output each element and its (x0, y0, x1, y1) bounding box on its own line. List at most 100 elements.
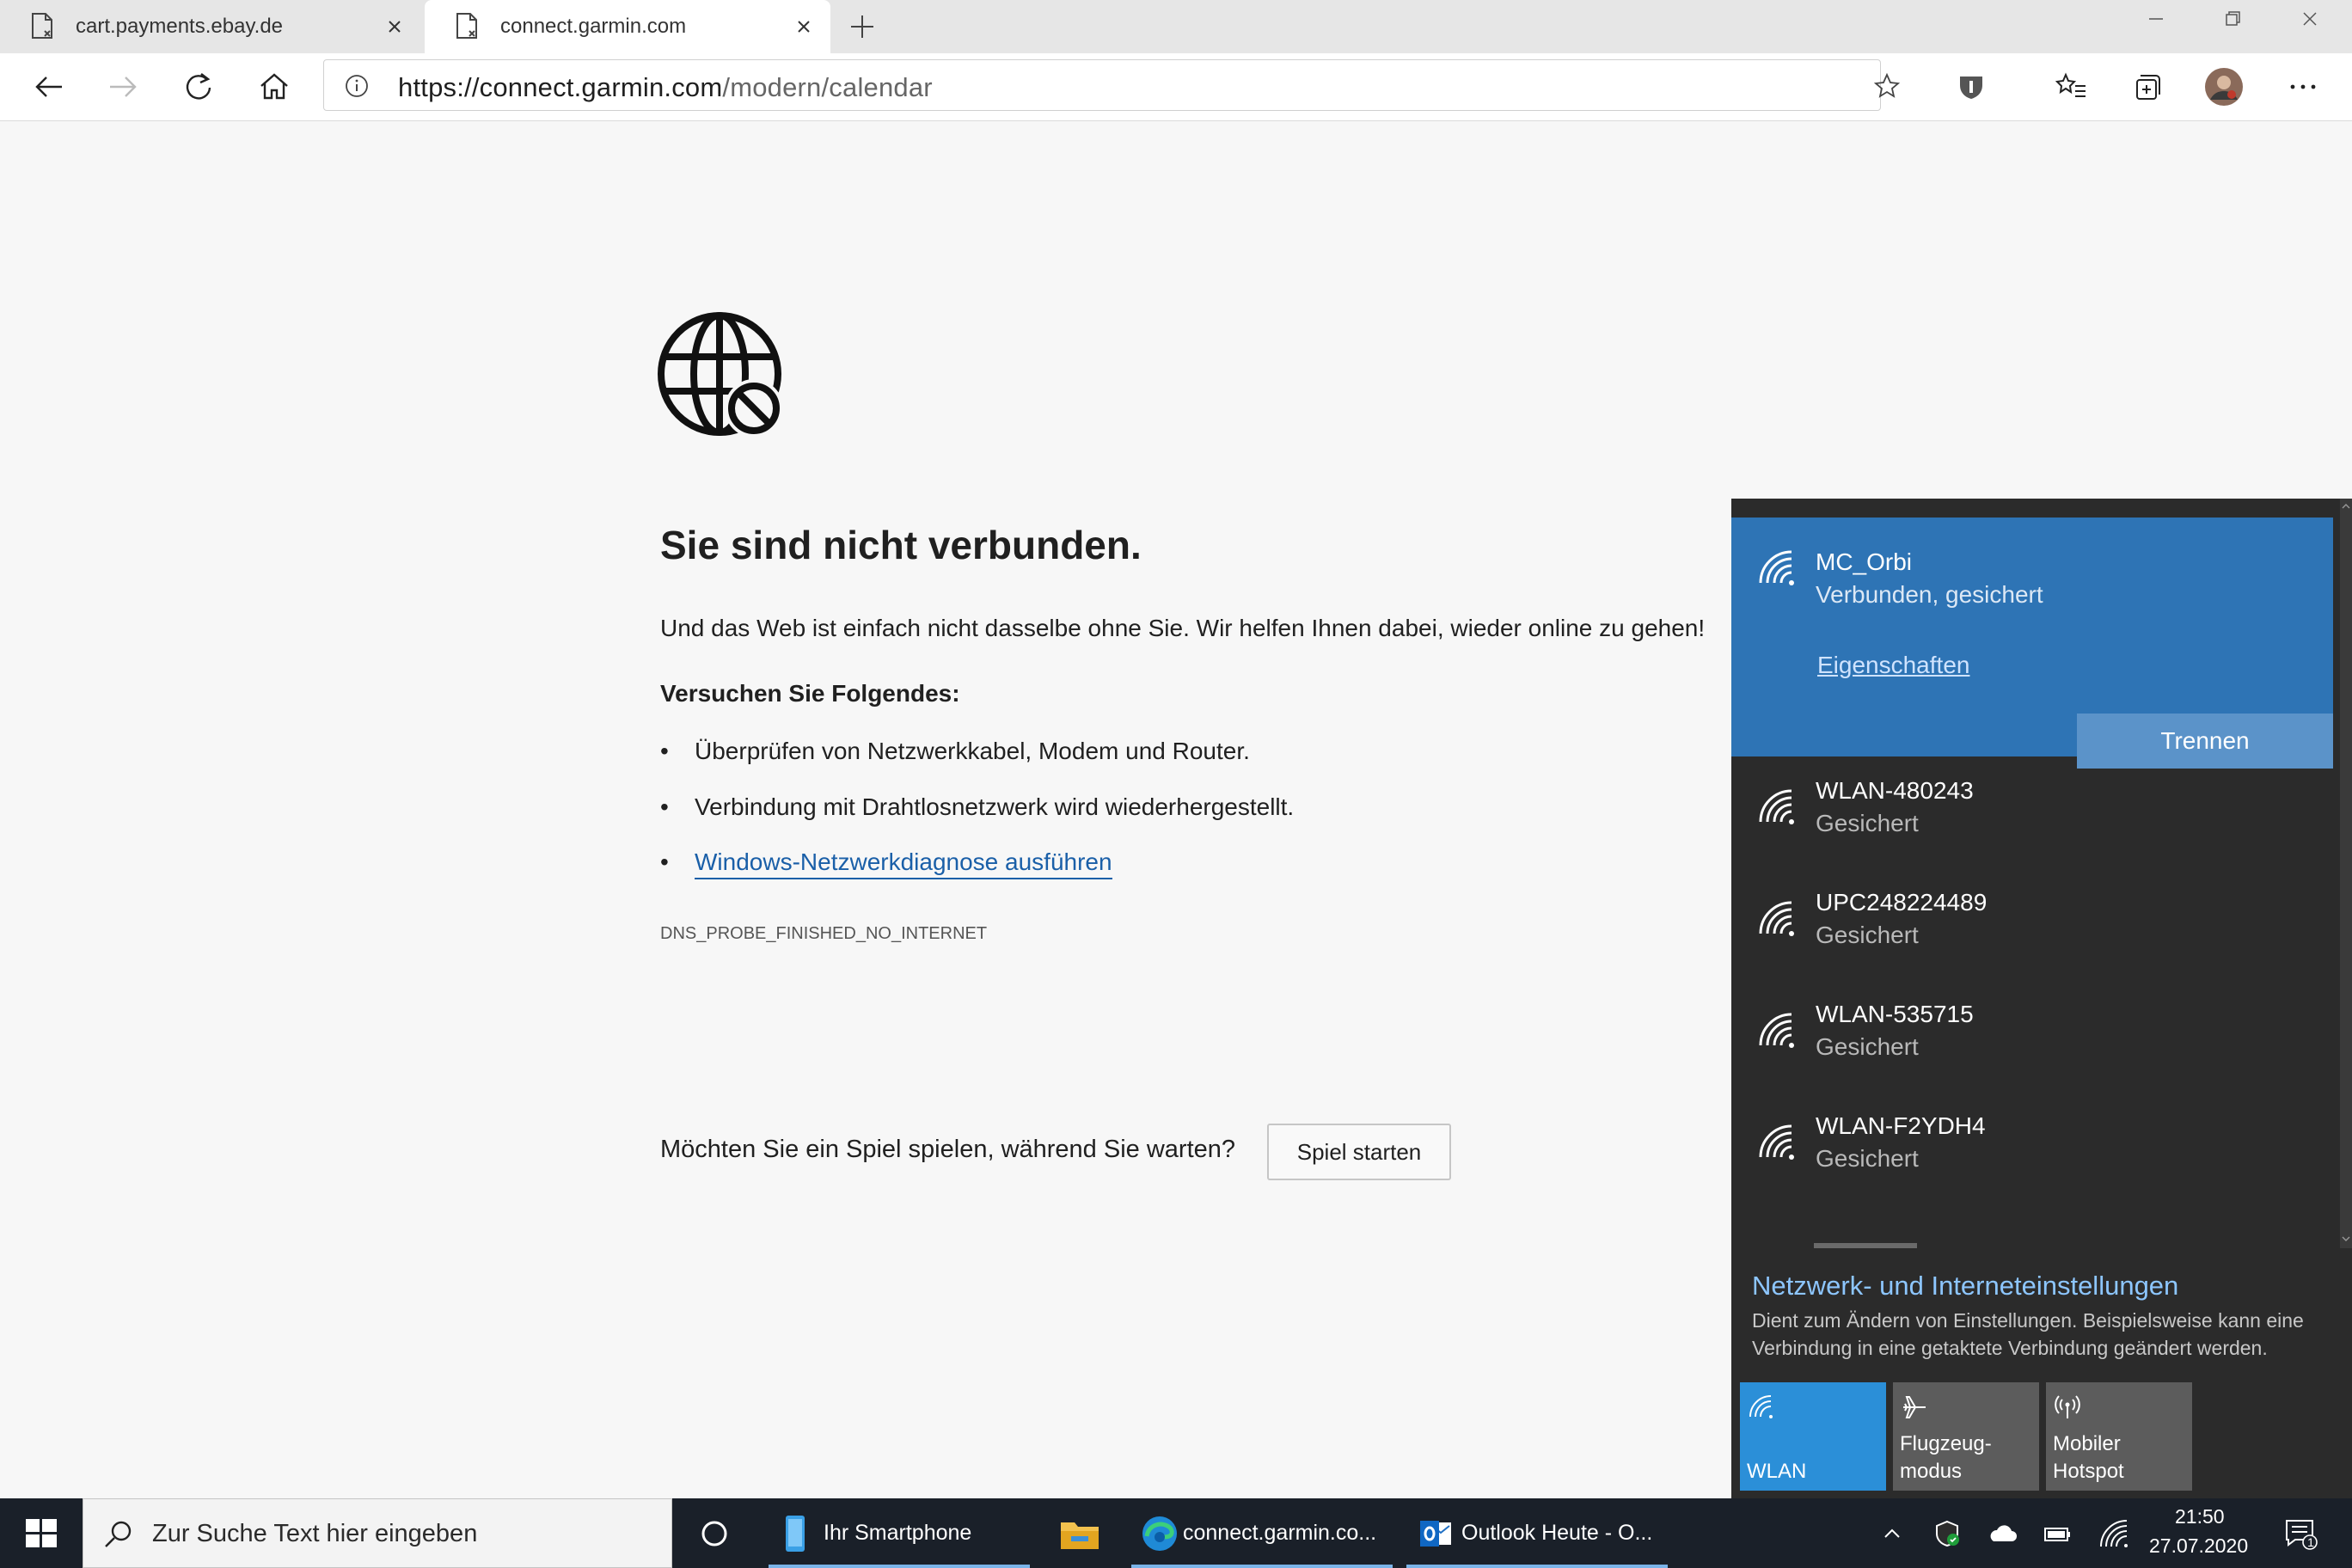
tab-garmin[interactable]: connect.garmin.com (425, 0, 830, 53)
app-label: connect.garmin.co... (1183, 1521, 1377, 1545)
taskbar: Zur Suche Text hier eingeben Ihr Smartph… (0, 1498, 2352, 1568)
network-status: Gesichert (1816, 1033, 1919, 1060)
taskbar-app-edge[interactable]: connect.garmin.co... (1131, 1498, 1393, 1568)
network-flyout: MC_Orbi Verbunden, gesichert Eigenschaft… (1731, 499, 2352, 1498)
connected-network[interactable]: MC_Orbi Verbunden, gesichert Eigenschaft… (1731, 518, 2333, 769)
start-game-button[interactable]: Spiel starten (1267, 1124, 1451, 1180)
taskbar-app-explorer[interactable] (1037, 1498, 1123, 1568)
network-diagnostics-link[interactable]: Windows-Netzwerkdiagnose ausführen (695, 848, 1112, 879)
airplane-mode-label: Flugzeug- modus (1900, 1432, 1992, 1483)
close-window-icon[interactable] (2271, 0, 2349, 40)
refresh-icon[interactable] (177, 65, 220, 108)
new-tab-icon[interactable] (844, 9, 880, 45)
network-name: WLAN-535715 (1816, 1001, 1974, 1027)
forward-icon[interactable] (101, 65, 144, 108)
tab-ebay[interactable]: cart.payments.ebay.de (0, 0, 421, 53)
info-icon[interactable] (345, 74, 369, 98)
network-settings-description: Dient zum Ändern von Einstellungen. Beis… (1752, 1309, 2304, 1359)
address-bar[interactable]: https://connect.garmin.com/modern/calend… (323, 59, 1901, 111)
cortana-icon[interactable] (695, 1514, 734, 1553)
close-tab-icon[interactable] (380, 12, 409, 41)
network-settings-link[interactable]: Netzwerk- und Interneteinstellungen (1752, 1271, 2178, 1302)
network-item[interactable]: WLAN-535715 Gesichert (1731, 980, 2333, 1092)
network-name: MC_Orbi (1816, 548, 1913, 575)
wlan-label: WLAN (1747, 1460, 1807, 1483)
taskbar-search-input[interactable]: Zur Suche Text hier eingeben (83, 1498, 672, 1568)
tab-strip: cart.payments.ebay.de connect.garmin.com (0, 0, 2352, 53)
suggestion-text: Überprüfen von Netzwerkkabel, Modem und … (695, 738, 1250, 764)
mobile-hotspot-toggle[interactable]: Mobiler Hotspot (2046, 1382, 2192, 1491)
wifi-icon (1759, 1013, 1794, 1048)
folder-icon (1061, 1522, 1099, 1549)
wifi-icon (1749, 1395, 1773, 1418)
properties-link[interactable]: Eigenschaften (1817, 652, 1969, 679)
favorites-icon[interactable] (2049, 65, 2092, 108)
running-indicator (769, 1565, 1030, 1568)
network-status: Gesichert (1816, 922, 1919, 948)
url-text: https://connect.garmin.com/modern/calend… (398, 72, 933, 103)
page-title: Sie sind nicht verbunden. (660, 523, 1142, 567)
error-code: DNS_PROBE_FINISHED_NO_INTERNET (660, 924, 988, 943)
wifi-icon (1759, 1124, 1794, 1160)
network-status: Gesichert (1816, 1145, 1919, 1172)
running-indicator (1406, 1565, 1668, 1568)
scroll-down-icon[interactable] (2342, 1234, 2350, 1243)
search-icon (105, 1521, 132, 1547)
hotspot-icon (2055, 1395, 2080, 1418)
bullet: • (660, 848, 669, 875)
onedrive-cloud-icon[interactable] (1986, 1517, 2018, 1550)
outlook-icon (1420, 1521, 1451, 1547)
network-item[interactable]: WLAN-F2YDH4 Gesichert (1731, 1092, 2333, 1204)
network-status: Gesichert (1816, 810, 1919, 836)
show-hidden-icons-chevron-icon[interactable] (1876, 1517, 1908, 1550)
intro-text: Und das Web ist einfach nicht dasselbe o… (660, 615, 1706, 641)
home-icon[interactable] (253, 65, 296, 108)
network-name: UPC248224489 (1816, 889, 1988, 916)
network-name: WLAN-480243 (1816, 777, 1974, 804)
flyout-scrollbar[interactable] (2340, 499, 2352, 1248)
taskbar-app-outlook[interactable]: Outlook Heute - O... (1406, 1498, 1668, 1568)
page-error-icon (456, 13, 477, 39)
clipped-network-item (1814, 1243, 1917, 1248)
airplane-icon (1903, 1396, 1926, 1418)
minimize-icon[interactable] (2116, 0, 2194, 40)
suggestion-text: Verbindung mit Drahtlosnetzwerk wird wie… (695, 793, 1295, 820)
url-path: /modern/calendar (722, 72, 933, 102)
clock-date[interactable]: 27.07.2020 (2149, 1534, 2248, 1558)
collections-icon[interactable] (2125, 65, 2168, 108)
battery-icon[interactable] (2041, 1517, 2073, 1550)
avatar[interactable] (2202, 65, 2245, 108)
close-tab-icon[interactable] (789, 12, 818, 41)
defender-shield-icon[interactable] (1931, 1517, 1963, 1550)
airplane-mode-toggle[interactable]: Flugzeug- modus (1893, 1382, 2039, 1491)
wifi-icon (1759, 550, 1794, 585)
running-indicator (1131, 1565, 1393, 1568)
wifi-icon (1759, 789, 1794, 824)
suggestions-heading: Versuchen Sie Folgendes: (660, 680, 960, 707)
bullet: • (660, 738, 669, 764)
more-menu-icon[interactable] (2282, 65, 2324, 108)
app-label: Ihr Smartphone (824, 1521, 972, 1545)
windows-start-icon[interactable] (0, 1498, 83, 1568)
clock-time[interactable]: 21:50 (2175, 1505, 2225, 1528)
tab-label: cart.payments.ebay.de (76, 15, 284, 38)
shield-extension-icon[interactable] (1950, 65, 1993, 108)
tab-label: connect.garmin.com (500, 15, 687, 38)
scroll-up-icon[interactable] (2342, 502, 2350, 511)
favorite-star-icon[interactable] (1873, 72, 1901, 100)
wlan-toggle[interactable]: WLAN (1740, 1382, 1886, 1491)
network-item[interactable]: WLAN-480243 Gesichert (1731, 756, 2333, 868)
back-icon[interactable] (28, 65, 70, 108)
wifi-icon (1759, 901, 1794, 936)
url-host: https://connect.garmin.com (398, 72, 723, 102)
browser-toolbar: https://connect.garmin.com/modern/calend… (0, 53, 2352, 122)
app-label: Outlook Heute - O... (1461, 1521, 1653, 1545)
notification-count: 1 (2307, 1535, 2314, 1549)
network-item[interactable]: UPC248224489 Gesichert (1731, 868, 2333, 980)
phone-icon (786, 1516, 805, 1552)
taskbar-app-phone[interactable]: Ihr Smartphone (769, 1498, 1030, 1568)
search-placeholder: Zur Suche Text hier eingeben (152, 1520, 478, 1547)
restore-icon[interactable] (2194, 0, 2271, 40)
globe-blocked-icon (658, 312, 783, 438)
network-wifi-icon[interactable] (2098, 1517, 2130, 1550)
